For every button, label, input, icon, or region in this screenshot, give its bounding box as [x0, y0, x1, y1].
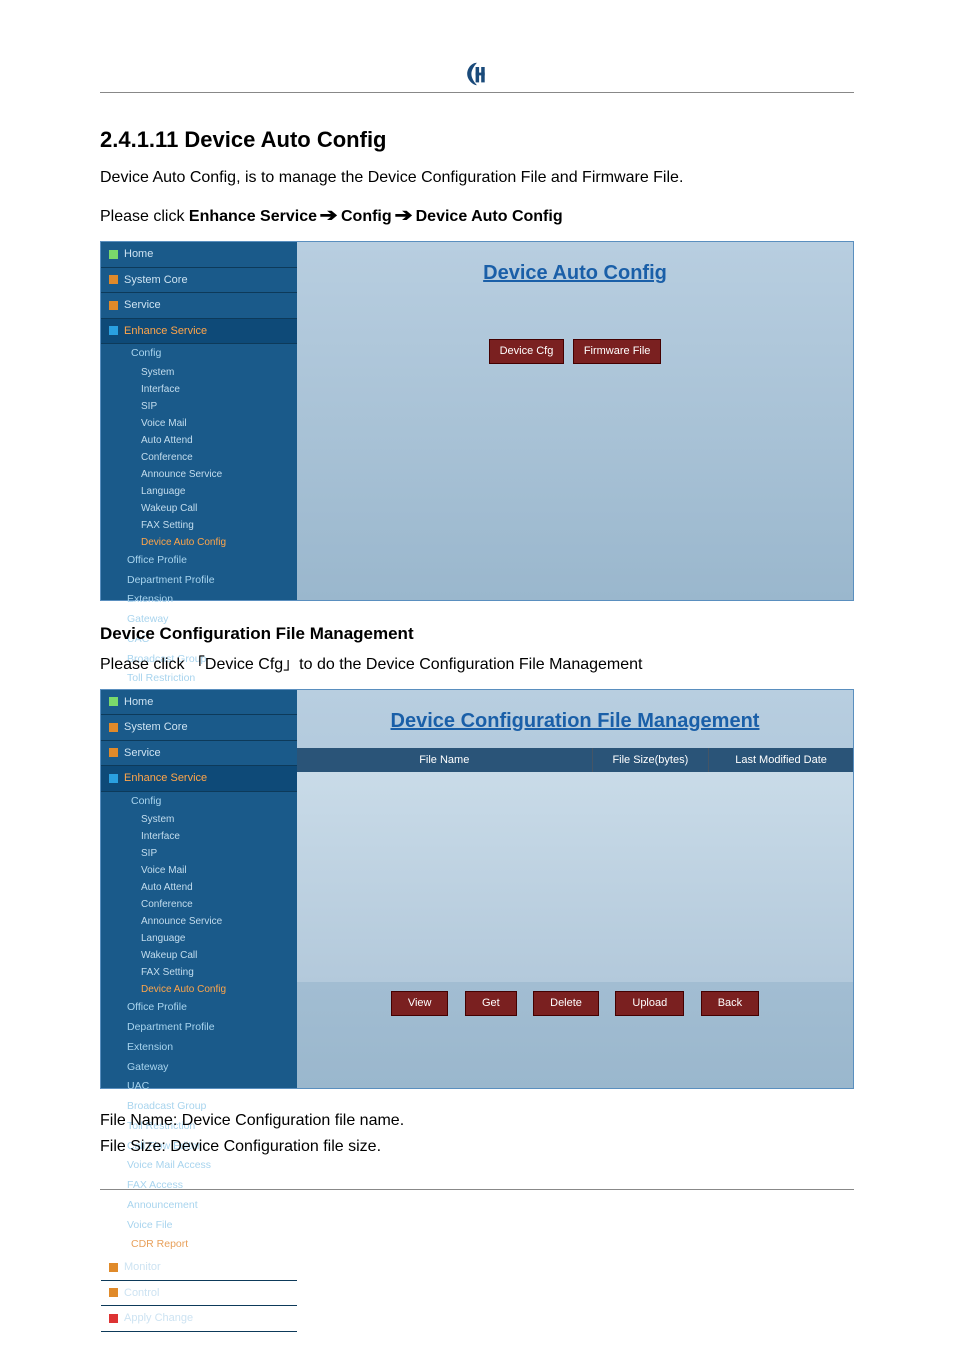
sidebar-sub[interactable]: Announcement — [101, 1196, 297, 1216]
sidebar-sub2[interactable]: Wakeup Call — [101, 500, 297, 517]
sidebar-sub[interactable]: Department Profile — [101, 571, 297, 591]
sidebar-item-label: Monitor — [124, 1259, 161, 1276]
sidebar-sub[interactable]: Extension — [101, 590, 297, 610]
sidebar-item-control[interactable]: Control — [101, 1281, 297, 1307]
sidebar-sub2[interactable]: Language — [101, 930, 297, 947]
intro-paragraph-1: Device Auto Config, is to manage the Dev… — [100, 166, 854, 190]
sidebar-sub2[interactable]: Voice Mail — [101, 415, 297, 432]
sidebar-sub2[interactable]: SIP — [101, 398, 297, 415]
sidebar-sub2-active[interactable]: Device Auto Config — [101, 534, 297, 551]
intro2-device: Device Auto Config — [416, 208, 563, 225]
sidebar-sub2[interactable]: FAX Setting — [101, 517, 297, 534]
table-header: File Name File Size(bytes) Last Modified… — [297, 748, 853, 773]
sidebar-item-label: Config — [131, 795, 161, 807]
desc-file-name: File Name: Device Configuration file nam… — [100, 1109, 854, 1133]
sidebar-sub[interactable]: Office Profile — [101, 551, 297, 571]
sidebar-sub[interactable]: Department Profile — [101, 1018, 297, 1038]
page-title: Device Auto Config — [315, 258, 835, 288]
sidebar-sub2[interactable]: Auto Attend — [101, 879, 297, 896]
sidebar-sub2-active[interactable]: Device Auto Config — [101, 981, 297, 998]
sidebar-item-home[interactable]: Home — [101, 242, 297, 268]
intro2-config: Config — [341, 208, 396, 225]
back-button[interactable]: Back — [701, 991, 759, 1016]
header-logo-bar — [100, 60, 854, 93]
sidebar-sub2[interactable]: Auto Attend — [101, 432, 297, 449]
sidebar-sub2[interactable]: SIP — [101, 845, 297, 862]
sidebar-sub2[interactable]: Announce Service — [101, 913, 297, 930]
sidebar-item-label: Service — [124, 297, 161, 314]
sidebar-sub[interactable]: Office Profile — [101, 998, 297, 1018]
get-button[interactable]: Get — [465, 991, 517, 1016]
sidebar-item-label: Enhance Service — [124, 323, 207, 340]
logo-icon — [463, 60, 491, 88]
upload-button[interactable]: Upload — [615, 991, 684, 1016]
sidebar-item-system-core[interactable]: System Core — [101, 715, 297, 741]
main-panel: Device Configuration File Management Fil… — [297, 690, 853, 1088]
screenshot-device-auto-config: Home System Core Service Enhance Service… — [100, 241, 854, 601]
column-file-size: File Size(bytes) — [593, 748, 710, 773]
sidebar-sub2[interactable]: Announce Service — [101, 466, 297, 483]
view-button[interactable]: View — [391, 991, 449, 1016]
sidebar-item-system-core[interactable]: System Core — [101, 268, 297, 294]
sidebar-item-home[interactable]: Home — [101, 690, 297, 716]
sidebar-sub2[interactable]: Interface — [101, 381, 297, 398]
sidebar-sub2[interactable]: FAX Setting — [101, 964, 297, 981]
sidebar-item-enhance-service[interactable]: Enhance Service — [101, 319, 297, 345]
sidebar-item-label: Control — [124, 1285, 159, 1302]
sidebar-sub2[interactable]: System — [101, 811, 297, 828]
sidebar-sub-config[interactable]: Config — [101, 344, 297, 364]
delete-button[interactable]: Delete — [533, 991, 599, 1016]
device-cfg-button[interactable]: Device Cfg — [489, 339, 565, 364]
sidebar-item-label: System Core — [124, 272, 188, 289]
sidebar: Home System Core Service Enhance Service… — [101, 690, 297, 1088]
sidebar-item-label: CDR Report — [131, 1238, 188, 1250]
sidebar-item-label: Home — [124, 694, 153, 711]
sidebar-item-service[interactable]: Service — [101, 293, 297, 319]
sidebar-sub[interactable]: UAC — [101, 1077, 297, 1097]
sidebar-sub[interactable]: Voice File — [101, 1216, 297, 1236]
sidebar-item-label: System Core — [124, 719, 188, 736]
sidebar-item-apply-change[interactable]: Apply Change — [101, 1306, 297, 1332]
mgmt-heading: Device Configuration File Management — [100, 621, 854, 647]
column-last-modified: Last Modified Date — [709, 748, 853, 773]
sidebar-item-monitor[interactable]: Monitor — [101, 1255, 297, 1281]
sidebar: Home System Core Service Enhance Service… — [101, 242, 297, 600]
section-heading: 2.4.1.11 Device Auto Config — [100, 123, 854, 156]
sidebar-sub[interactable]: Voice Mail Access — [101, 1156, 297, 1176]
sidebar-item-label: Service — [124, 745, 161, 762]
sidebar-sub-config[interactable]: Config — [101, 792, 297, 812]
firmware-file-button[interactable]: Firmware File — [573, 339, 662, 364]
sidebar-item-label: Config — [131, 347, 161, 359]
action-button-row: View Get Delete Upload Back — [297, 982, 853, 1024]
button-row: Device Cfg Firmware File — [315, 338, 835, 364]
sidebar-item-label: Home — [124, 246, 153, 263]
sidebar-sub2[interactable]: Voice Mail — [101, 862, 297, 879]
desc-file-size: File Size: Device Configuration file siz… — [100, 1135, 854, 1159]
sidebar-item-service[interactable]: Service — [101, 741, 297, 767]
sidebar-sub[interactable]: Gateway — [101, 1058, 297, 1078]
sidebar-sub-cdr[interactable]: CDR Report — [101, 1235, 297, 1255]
table-body — [297, 772, 853, 982]
sidebar-sub[interactable]: Extension — [101, 1038, 297, 1058]
column-file-name: File Name — [297, 748, 593, 773]
page-title: Device Configuration File Management — [297, 706, 853, 736]
sidebar-sub2[interactable]: Conference — [101, 449, 297, 466]
intro-paragraph-2: Please click Enhance Service ➔ Config ➔ … — [100, 202, 854, 229]
mgmt-click-text: Please click 「Device Cfg」to do the Devic… — [100, 653, 854, 677]
sidebar-sub2[interactable]: Interface — [101, 828, 297, 845]
sidebar-sub2[interactable]: System — [101, 364, 297, 381]
main-panel: Device Auto Config Device Cfg Firmware F… — [297, 242, 853, 600]
sidebar-sub[interactable]: FAX Access — [101, 1176, 297, 1196]
intro2-enhance: Enhance Service — [189, 208, 322, 225]
sidebar-sub2[interactable]: Conference — [101, 896, 297, 913]
sidebar-item-label: Apply Change — [124, 1310, 193, 1327]
sidebar-item-enhance-service[interactable]: Enhance Service — [101, 766, 297, 792]
intro2-part1: Please click — [100, 208, 189, 225]
arrow-icon: ➔ — [395, 202, 413, 229]
sidebar-sub2[interactable]: Language — [101, 483, 297, 500]
arrow-icon: ➔ — [320, 202, 338, 229]
sidebar-sub2[interactable]: Wakeup Call — [101, 947, 297, 964]
screenshot-device-cfg-mgmt: Home System Core Service Enhance Service… — [100, 689, 854, 1089]
sidebar-item-label: Enhance Service — [124, 770, 207, 787]
